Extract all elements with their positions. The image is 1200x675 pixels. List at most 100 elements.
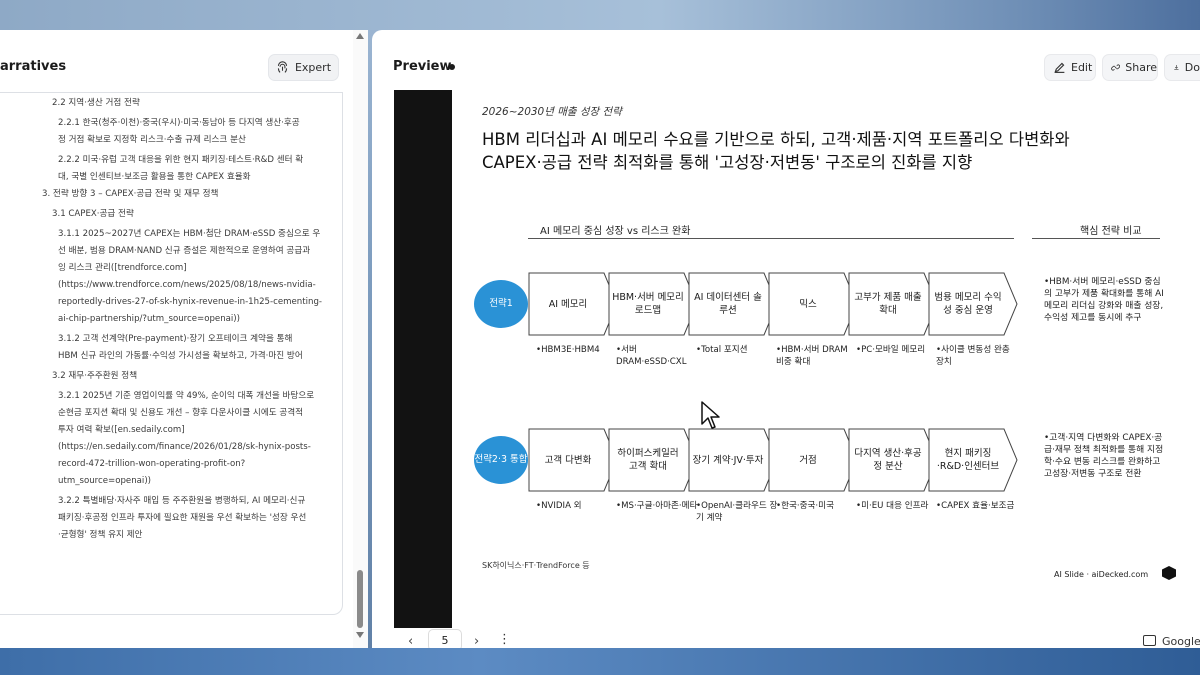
process-step-label: AI 메모리 <box>548 298 588 310</box>
scrollbar[interactable] <box>353 30 368 648</box>
edit-label: Edit <box>1071 61 1093 74</box>
strategy-comparison-text: •고객·지역 다변화와 CAPEX·공급·재무 정책 최적화를 통해 지정학·수… <box>1044 433 1164 479</box>
preview-panel: Preview Edit Share Do 2026~2030년 매출 성장 전… <box>372 30 1200 651</box>
edit-button[interactable]: Edit <box>1044 54 1096 81</box>
outline-item: 잉 리스크 관리([trendforce.com] <box>58 263 187 273</box>
unsaved-dot-icon <box>449 64 455 70</box>
slides-icon <box>1143 635 1156 646</box>
process-chevron: HBM·서버 메모리 로드맵 <box>608 272 698 336</box>
process-chevron: 범용 메모리 수익성 중심 운영 <box>928 272 1018 336</box>
scroll-down-icon[interactable] <box>356 632 364 638</box>
desktop-wallpaper-bottom <box>0 648 1200 675</box>
slide-canvas[interactable]: 2026~2030년 매출 성장 전략 HBM 리더십과 AI 메모리 수요를 … <box>452 90 1200 628</box>
outline-item: 3.1.2 고객 선계약(Pre-payment)·장기 오프테이크 계약을 통… <box>58 334 293 344</box>
process-step-label: 범용 메모리 수익성 중심 운영 <box>934 292 1002 316</box>
step-note: •사이클 변동성 완충 장치 <box>936 345 1010 367</box>
download-icon <box>1174 64 1179 70</box>
slide-source: SK하이닉스·FT·TrendForce 등 <box>482 561 590 570</box>
google-slides-link[interactable]: Google <box>1162 635 1200 648</box>
process-chevron: 하이퍼스케일러 고객 확대 <box>608 428 698 492</box>
section-label-comparison: 핵심 전략 비교 <box>1080 226 1142 237</box>
process-step-label: 장기 계약·JV·투자 <box>692 454 764 466</box>
outline-list[interactable]: 2.2 지역·생산 거점 전략 2.2.1 한국(청주·이천)·중국(우시)·미국… <box>0 92 343 615</box>
outline-item: 3.2.2 특별배당·자사주 매입 등 주주환원을 병행하되, AI 메모리·신… <box>58 496 306 506</box>
next-slide-icon[interactable]: › <box>474 634 479 649</box>
outline-item: 순현금 포지션 확대 및 신용도 개선 – 향후 다운사이클 시에도 공격적 <box>58 408 304 418</box>
strategy-circle: 전략1 <box>474 280 528 328</box>
step-note: •PC·모바일 메모리 <box>856 345 926 355</box>
section-label-growth: AI 메모리 중심 성장 vs 리스크 완화 <box>540 226 691 237</box>
preview-title: Preview <box>393 59 452 74</box>
step-note: •CAPEX 효율·보조금 <box>936 501 1015 511</box>
slide-headline: HBM 리더십과 AI 메모리 수요를 기반으로 하되, 고객·제품·지역 포트… <box>482 128 1162 174</box>
desktop-wallpaper-top <box>0 0 1200 30</box>
outline-item: 3.2.1 2025년 기준 영업이익률 약 49%, 순이익 대폭 개선을 바… <box>58 391 315 401</box>
outline-item: record-472-trillion-won-operating-profit… <box>58 459 246 469</box>
step-note: •Total 포지션 <box>696 345 748 355</box>
outline-item: 3.1 CAPEX·공급 전략 <box>52 209 134 219</box>
mouse-cursor-icon <box>701 401 720 429</box>
outline-item: HBM 신규 라인의 가동률·수익성 가시성을 확보하고, 가격·마진 방어 <box>58 351 303 361</box>
process-chevron: 거점 <box>768 428 858 492</box>
strategy-comparison-text: •HBM·서버 메모리·eSSD 중심의 고부가 제품 확대화를 통해 AI 메… <box>1044 277 1164 323</box>
step-note: •OpenAI·클라우드 장기 계약 <box>696 501 778 523</box>
section-divider <box>528 238 1014 239</box>
expert-button[interactable]: Expert <box>268 54 339 81</box>
process-step-label: AI 데이터센터 솔루션 <box>694 292 762 316</box>
process-chevron: AI 데이터센터 솔루션 <box>688 272 778 336</box>
headline-line-2: CAPEX·공급 전략 최적화를 통해 '고성장·저변동' 구조로의 진화를 지… <box>482 153 973 172</box>
process-step-label: 믹스 <box>799 298 817 310</box>
share-button[interactable]: Share <box>1102 54 1158 81</box>
strategy-circle: 전략2·3 통합 <box>474 436 528 484</box>
outline-item: 대, 국별 인센티브·보조금 활용을 통한 CAPEX 효율화 <box>58 172 251 182</box>
more-options-icon[interactable]: ⋮ <box>498 632 511 647</box>
process-step-label: 현지 패키징·R&D·인센터브 <box>936 448 1000 472</box>
narratives-header: arratives Expert <box>0 30 352 90</box>
outline-item: (https://en.sedaily.com/finance/2026/01/… <box>58 442 311 452</box>
expert-label: Expert <box>294 61 332 74</box>
section-divider <box>1032 238 1160 239</box>
step-note: •한국·중국·미국 <box>776 501 834 511</box>
share-label: Share <box>1125 61 1157 74</box>
step-note: •HBM·서버 DRAM 비중 확대 <box>776 345 848 367</box>
step-note: •서버 DRAM·eSSD·CXL <box>616 345 687 367</box>
outline-item: reportedly-drives-27-of-sk-hynix-revenue… <box>58 297 323 307</box>
pencil-icon <box>1054 62 1065 73</box>
outline-item: ai-chip-partnership/?utm_source=openai)) <box>58 314 241 324</box>
outline-item: 선 배분, 범용 DRAM·NAND 신규 증설은 제한적으로 운영하여 공급과 <box>58 246 311 256</box>
outline-item: 3. 전략 방향 3 – CAPEX·공급 전략 및 재무 정책 <box>42 189 219 199</box>
process-step-label: 하이퍼스케일러 고객 확대 <box>617 448 679 472</box>
process-step-label: 거점 <box>799 454 817 466</box>
step-note: •NVIDIA 외 <box>536 501 582 511</box>
step-note: •MS·구글·아마존·메타 <box>616 501 698 511</box>
slide-kicker: 2026~2030년 매출 성장 전략 <box>482 106 622 118</box>
slide-viewer: 2026~2030년 매출 성장 전략 HBM 리더십과 AI 메모리 수요를 … <box>394 90 1200 628</box>
process-chevron: 다지역 생산·후공정 분산 <box>848 428 938 492</box>
process-step-label: 다지역 생산·후공정 분산 <box>854 448 922 472</box>
prev-slide-icon[interactable]: ‹ <box>408 634 413 649</box>
outline-item: 2.2 지역·생산 거점 전략 <box>52 98 140 108</box>
slide-navigation: ‹ 5 › ⋮ Google <box>394 628 1200 651</box>
process-step-label: 고부가 제품 매출 확대 <box>854 292 922 316</box>
outline-item: 패키징·후공정 인프라 투자에 필요한 재원을 우선 확보하는 '성장 우선 <box>58 513 307 523</box>
outline-item: ·균형형' 정책 유지 제안 <box>58 530 143 540</box>
narratives-title: arratives <box>0 59 67 74</box>
scroll-thumb[interactable] <box>357 570 363 628</box>
step-note: •HBM3E·HBM4 <box>536 345 600 355</box>
outline-item: 2.2.2 미국·유럽 고객 대응을 위한 현지 패키징·테스트·R&D 센터 … <box>58 155 304 165</box>
slide-brand: AI Slide · aiDecked.com <box>1054 570 1149 579</box>
process-chevron: 고객 다변화 <box>528 428 618 492</box>
download-label: Do <box>1184 61 1200 74</box>
outline-item: utm_source=openai)) <box>58 476 152 486</box>
process-step-label: 고객 다변화 <box>544 454 592 466</box>
outline-item: 정 거점 확보로 지정학 리스크·수출 규제 리스크 분산 <box>58 135 246 145</box>
download-button[interactable]: Do <box>1164 54 1200 81</box>
scroll-up-icon[interactable] <box>356 33 364 39</box>
outline-item: 3.1.1 2025~2027년 CAPEX는 HBM·첨단 DRAM·eSSD… <box>58 229 321 239</box>
outline-item: 3.2 재무·주주환원 정책 <box>52 371 138 381</box>
outline-item: 투자 여력 확보([en.sedaily.com] <box>58 425 185 435</box>
headline-line-1: HBM 리더십과 AI 메모리 수요를 기반으로 하되, 고객·제품·지역 포트… <box>482 130 1070 149</box>
process-chevron: 현지 패키징·R&D·인센터브 <box>928 428 1018 492</box>
narratives-panel: arratives Expert 2.2 지역·생산 거점 전략 2.2.1 한국… <box>0 30 368 648</box>
outline-item: (https://www.trendforce.com/news/2025/08… <box>58 280 316 290</box>
